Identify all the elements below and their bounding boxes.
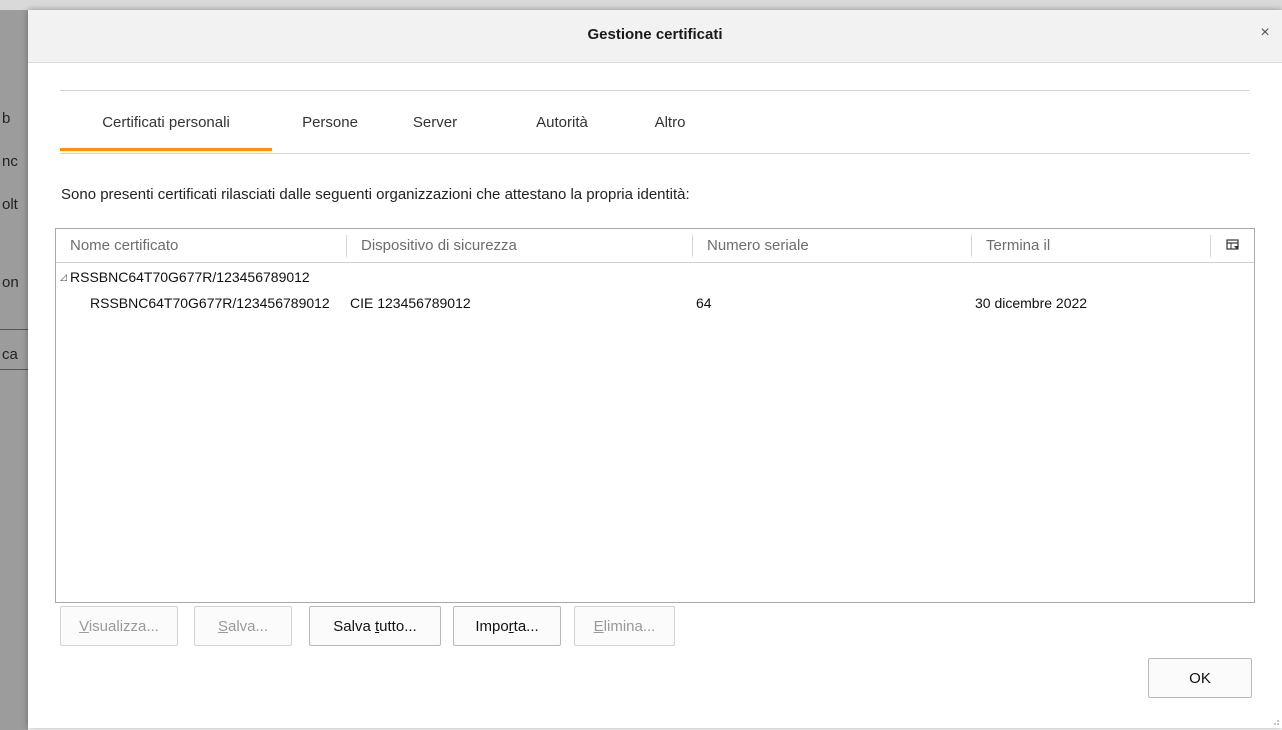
background-left-pane: b nc olt on ca bbox=[0, 10, 28, 730]
expanded-triangle-icon[interactable]: ◿ bbox=[60, 265, 67, 289]
background-text: b bbox=[2, 110, 11, 127]
description-text: Sono presenti certificati rilasciati dal… bbox=[61, 186, 690, 203]
view-button[interactable]: Visualizza... bbox=[60, 606, 178, 646]
group-label: RSSBNC64T70G677R/123456789012 bbox=[70, 269, 310, 285]
save-button[interactable]: Salva... bbox=[194, 606, 292, 646]
dialog-title: Gestione certificati bbox=[587, 26, 723, 43]
cell-name: RSSBNC64T70G677R/123456789012 bbox=[90, 295, 330, 311]
background-text: olt bbox=[2, 196, 18, 213]
column-header-expires[interactable]: Termina il bbox=[972, 229, 1210, 262]
close-icon[interactable]: × bbox=[1256, 24, 1274, 42]
tree-group-row[interactable]: ◿ RSSBNC64T70G677R/123456789012 bbox=[56, 265, 1254, 289]
cell-expires: 30 dicembre 2022 bbox=[975, 295, 1088, 311]
column-separator bbox=[1210, 235, 1211, 257]
tab-people[interactable]: Persone bbox=[284, 91, 376, 151]
column-header-name[interactable]: Nome certificato bbox=[56, 229, 346, 262]
cell-device: CIE 123456789012 bbox=[350, 295, 471, 311]
column-header-device[interactable]: Dispositivo di sicurezza bbox=[347, 229, 692, 262]
background-text: nc bbox=[2, 153, 18, 170]
tab-personal-certificates[interactable]: Certificati personali bbox=[60, 91, 272, 151]
delete-button[interactable]: Elimina... bbox=[574, 606, 675, 646]
resize-grip-icon[interactable] bbox=[1270, 716, 1280, 726]
tab-authorities[interactable]: Autorità bbox=[518, 91, 606, 151]
certificate-manager-dialog: Gestione certificati × Certificati perso… bbox=[28, 10, 1282, 728]
table-row[interactable]: RSSBNC64T70G677R/123456789012 CIE 123456… bbox=[56, 291, 1254, 315]
save-all-button[interactable]: Salva tutto... bbox=[309, 606, 441, 646]
background-strip bbox=[0, 0, 1282, 10]
background-text: ca bbox=[2, 346, 18, 363]
column-header-serial[interactable]: Numero seriale bbox=[693, 229, 971, 262]
background-text: on bbox=[2, 274, 19, 291]
table-header: Nome certificato Dispositivo di sicurezz… bbox=[56, 229, 1254, 263]
tab-servers[interactable]: Server bbox=[394, 91, 476, 151]
tab-other[interactable]: Altro bbox=[640, 91, 700, 151]
tab-bar: Certificati personali Persone Server Aut… bbox=[60, 90, 1250, 154]
column-picker-icon[interactable] bbox=[1226, 238, 1240, 252]
background-divider bbox=[0, 369, 28, 370]
certificate-tree[interactable]: Nome certificato Dispositivo di sicurezz… bbox=[55, 228, 1255, 603]
import-button[interactable]: Importa... bbox=[453, 606, 561, 646]
background-divider bbox=[0, 329, 28, 330]
ok-button[interactable]: OK bbox=[1148, 658, 1252, 698]
dialog-titlebar: Gestione certificati × bbox=[28, 10, 1282, 63]
cell-serial: 64 bbox=[696, 295, 712, 311]
